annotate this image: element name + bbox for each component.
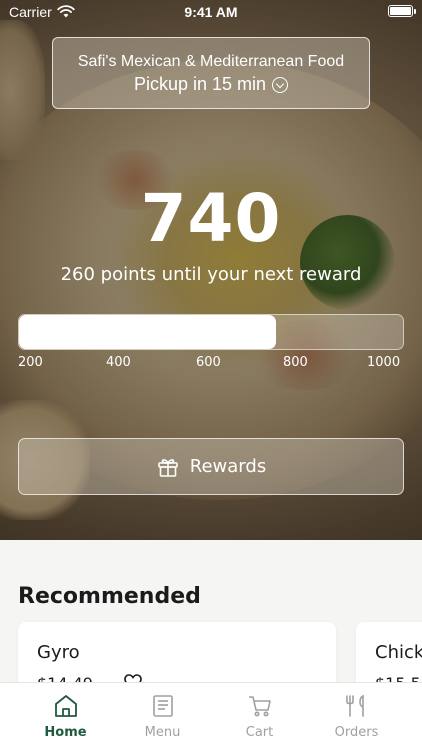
tab-bar: Home Menu Cart Orders xyxy=(0,682,422,750)
progress-tick-label: 400 xyxy=(106,355,131,370)
battery-tip xyxy=(414,9,416,14)
store-selector-button[interactable]: Safi's Mexican & Mediterranean Food Pick… xyxy=(52,37,370,109)
tab-home-label: Home xyxy=(44,725,87,740)
clock: 9:41 AM xyxy=(184,4,238,20)
rewards-progress-fill xyxy=(19,315,276,349)
item-name: Chick xyxy=(375,642,422,663)
store-name: Safi's Mexican & Mediterranean Food xyxy=(77,53,345,70)
tab-orders-label: Orders xyxy=(334,725,379,740)
progress-tick-label: 600 xyxy=(196,355,221,370)
cart-icon xyxy=(249,696,271,717)
tab-cart[interactable]: Cart xyxy=(211,683,308,750)
rewards-button[interactable]: Rewards xyxy=(18,438,404,495)
pickup-row: Pickup in 15 min xyxy=(53,74,369,95)
menu-icon xyxy=(153,695,173,717)
tab-orders[interactable]: Orders xyxy=(308,683,405,750)
pickup-time: Pickup in 15 min xyxy=(133,74,267,94)
tab-menu-label: Menu xyxy=(144,725,181,740)
tab-cart-label: Cart xyxy=(245,725,274,740)
rewards-button-label: Rewards xyxy=(189,456,267,477)
orders-icon xyxy=(346,694,364,717)
chevron-down-icon xyxy=(272,76,289,93)
status-bar: Carrier 9:41 AM xyxy=(0,0,422,24)
points-until-reward: 260 points until your next reward xyxy=(60,264,362,285)
rewards-progress-bar xyxy=(18,314,404,350)
gift-icon xyxy=(157,458,178,477)
progress-tick-label: 200 xyxy=(18,355,43,370)
home-icon xyxy=(55,695,77,717)
app-screen: Carrier 9:41 AM Safi's Mexican & Mediter… xyxy=(0,0,422,750)
progress-tick-label: 800 xyxy=(283,355,308,370)
progress-tick-labels: 200 400 600 800 1000 xyxy=(18,355,404,373)
points-balance: 740 xyxy=(140,180,282,257)
progress-tick-label: 1000 xyxy=(367,355,401,370)
tab-menu[interactable]: Menu xyxy=(114,683,211,750)
item-name: Gyro xyxy=(37,642,80,663)
tab-home[interactable]: Home xyxy=(17,683,114,750)
battery-icon xyxy=(388,5,413,17)
recommended-heading: Recommended xyxy=(18,584,201,609)
